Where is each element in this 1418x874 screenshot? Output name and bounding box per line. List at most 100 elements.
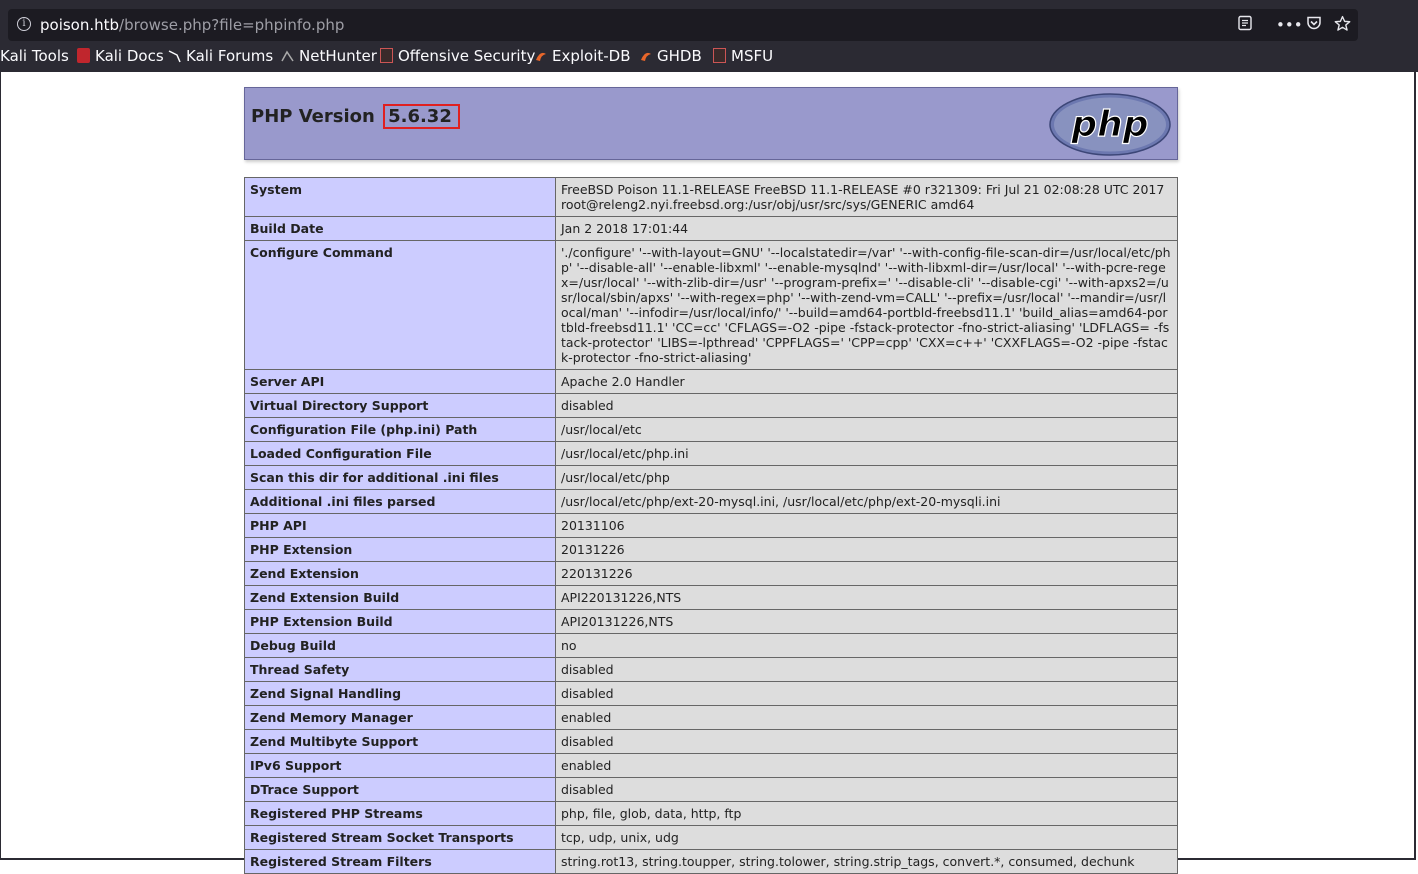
bookmark-star-icon[interactable] [1332,15,1352,35]
bookmark-kali-forums[interactable]: Kali Forums [168,47,273,65]
table-row: Zend Multibyte Support disabled [244,729,1178,754]
setting-name: Loaded Configuration File [244,441,556,466]
setting-name: PHP API [244,513,556,538]
table-row: PHP Extension 20131226 [244,537,1178,562]
title-prefix: PHP Version [251,106,382,127]
page-actions-icon[interactable]: ••• [1276,15,1303,35]
address-bar[interactable]: i poison.htb/browse.php?file=phpinfo.php… [8,9,1358,41]
table-row: Registered PHP Streams php, file, glob, d… [244,801,1178,826]
table-row: System FreeBSD Poison 11.1-RELEASE FreeBS… [244,177,1178,217]
php-logo-text: php [1070,104,1148,145]
bookmark-kali-docs[interactable]: Kali Docs [77,47,164,65]
setting-name: Debug Build [244,633,556,658]
ghdb-icon [639,48,652,63]
setting-value: './configure' '--with-layout=GNU' '--loc… [555,240,1178,370]
offsec-icon [380,48,393,63]
table-row: Loaded Configuration File/usr/local/etc/… [244,441,1178,466]
phpinfo-table: System FreeBSD Poison 11.1-RELEASE FreeBS… [244,177,1178,874]
setting-name: Scan this dir for additional .ini files [244,465,556,490]
url-host: poison.htb [40,16,120,34]
exploit-db-icon [534,48,547,63]
setting-name: Zend Extension Build [244,585,556,610]
setting-name: PHP Extension [244,537,556,562]
setting-name: Additional .ini files parsed [244,489,556,514]
setting-name: Zend Memory Manager [244,705,556,730]
setting-name: Zend Signal Handling [244,681,556,706]
table-row: Zend Extension 220131226 [244,561,1178,586]
table-row: Registered Stream Socket Transports tcp, … [244,825,1178,850]
php-version-header: PHP Version 5.6.32 php [244,87,1178,160]
setting-value: 220131226 [555,561,1178,586]
bookmark-ghdb[interactable]: GHDB [639,47,702,65]
setting-name: PHP Extension Build [244,609,556,634]
setting-name: Zend Multibyte Support [244,729,556,754]
setting-name: System [244,177,556,217]
table-row: Scan this dir for additional .ini files /… [244,465,1178,490]
setting-name: Zend Extension [244,561,556,586]
setting-name: Configure Command [244,240,556,370]
table-row: Additional .ini files parsed/usr/local/e… [244,489,1178,514]
php-version-highlight: 5.6.32 [383,104,460,129]
table-row: Thread Safety disabled [244,657,1178,682]
setting-value: no [555,633,1178,658]
setting-value: disabled [555,777,1178,802]
table-row: Virtual Directory Support disabled [244,393,1178,418]
table-row: Zend Extension Build API220131226,NTS [244,585,1178,610]
setting-value: FreeBSD Poison 11.1-RELEASE FreeBSD 11.1… [555,177,1178,217]
table-row: Server API Apache 2.0 Handler [244,369,1178,394]
setting-name: Server API [244,369,556,394]
setting-name: Thread Safety [244,657,556,682]
setting-value: /usr/local/etc/php [555,465,1178,490]
setting-value: disabled [555,681,1178,706]
table-row: Zend Memory Manager enabled [244,705,1178,730]
setting-name: Configuration File (php.ini) Path [244,417,556,442]
site-info-icon[interactable]: i [17,17,31,31]
kali-docs-icon [77,48,90,63]
setting-value: enabled [555,753,1178,778]
bookmark-nethunter[interactable]: NetHunter [281,47,377,65]
setting-name: IPv6 Support [244,753,556,778]
bookmark-exploit-db[interactable]: Exploit-DB [534,47,631,65]
setting-value: disabled [555,729,1178,754]
kali-dragon-icon [168,48,181,63]
bookmark-msfu[interactable]: MSFU [713,47,773,65]
pocket-icon[interactable] [1304,15,1324,35]
page-title: PHP Version 5.6.32 [251,104,460,129]
bookmarks-toolbar: Kali Tools Kali Docs Kali Forums NetHunt… [0,44,1418,70]
msfu-icon [713,48,726,63]
url-path: /browse.php?file=phpinfo.php [119,16,345,34]
table-row: Zend Signal Handling disabled [244,681,1178,706]
table-row: DTrace Support disabled [244,777,1178,802]
setting-value: php, file, glob, data, http, ftp [555,801,1178,826]
table-row: Configuration File (php.ini) Path/usr/lo… [244,417,1178,442]
setting-name: Registered PHP Streams [244,801,556,826]
setting-value: Apache 2.0 Handler [555,369,1178,394]
setting-value: 20131226 [555,537,1178,562]
table-row: Build Date Jan 2 2018 17:01:44 [244,216,1178,241]
php-logo-icon[interactable]: php [1049,93,1171,156]
table-row: IPv6 Support enabled [244,753,1178,778]
url-text[interactable]: poison.htb/browse.php?file=phpinfo.php [40,16,344,34]
setting-name: Registered Stream Socket Transports [244,825,556,850]
setting-value: 20131106 [555,513,1178,538]
setting-value: disabled [555,393,1178,418]
setting-value: Jan 2 2018 17:01:44 [555,216,1178,241]
setting-value: tcp, udp, unix, udg [555,825,1178,850]
setting-value: /usr/local/etc/php.ini [555,441,1178,466]
browser-chrome: i poison.htb/browse.php?file=phpinfo.php… [0,0,1418,72]
setting-value: API220131226,NTS [555,585,1178,610]
setting-value: /usr/local/etc/php/ext-20-mysql.ini, /us… [555,489,1178,514]
bookmark-kali-tools[interactable]: Kali Tools [0,47,69,65]
reader-view-icon[interactable] [1235,15,1255,35]
bookmark-offensive-security[interactable]: Offensive Security [380,47,535,65]
table-row: Configure Command './configure' '--with-l… [244,240,1178,370]
table-row: PHP Extension Build API20131226,NTS [244,609,1178,634]
table-row: PHP API 20131106 [244,513,1178,538]
table-row: Debug Build no [244,633,1178,658]
nethunter-icon [281,48,294,63]
setting-value: enabled [555,705,1178,730]
setting-name: Build Date [244,216,556,241]
setting-value: API20131226,NTS [555,609,1178,634]
setting-value: /usr/local/etc [555,417,1178,442]
setting-name: Virtual Directory Support [244,393,556,418]
